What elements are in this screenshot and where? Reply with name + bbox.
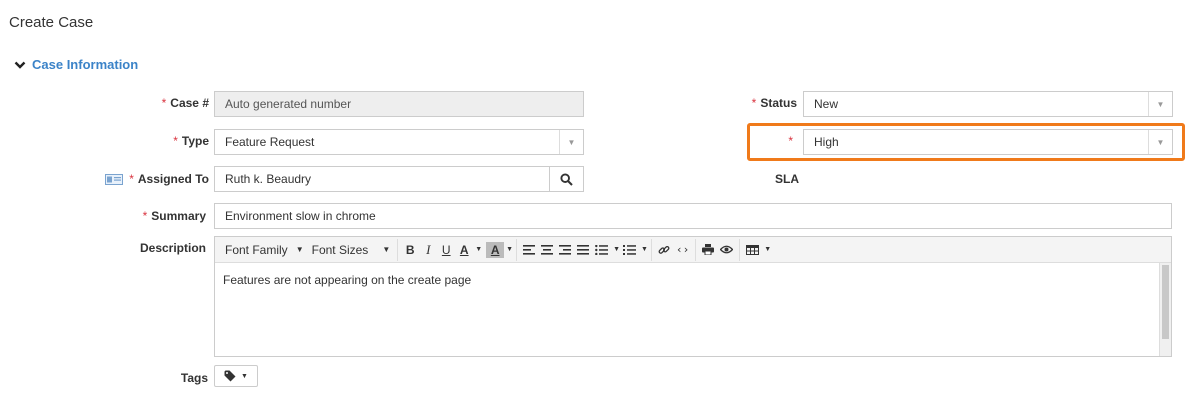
font-color-button[interactable]: A [455, 240, 473, 260]
bullet-list-icon[interactable] [592, 240, 611, 260]
assigned-to-value: Ruth k. Beaudry [225, 172, 312, 186]
case-number-label: * Case # [161, 96, 209, 110]
sla-label: SLA [775, 172, 799, 186]
tags-button[interactable]: ▼ [214, 365, 258, 387]
caret-down-icon[interactable]: ▼ [475, 246, 482, 253]
align-group: ▼ ▼ [517, 238, 652, 261]
bold-button[interactable]: B [401, 240, 419, 260]
chevron-down-icon [14, 61, 26, 69]
summary-label: * Summary [142, 209, 206, 223]
type-label: * Type [173, 134, 209, 148]
insert-group: ‹› [652, 238, 697, 261]
dropdown-arrow-icon[interactable]: ▼ [559, 130, 583, 154]
type-select[interactable]: Feature Request ▼ [214, 129, 584, 155]
preview-eye-icon[interactable] [717, 240, 736, 260]
dropdown-arrow-icon[interactable]: ▼ [1148, 92, 1172, 116]
table-group: ▼ [740, 239, 774, 261]
type-value: Feature Request [225, 135, 315, 149]
status-label: * Status [751, 96, 797, 110]
misc-group [696, 238, 741, 261]
align-justify-icon[interactable] [574, 240, 592, 260]
caret-down-icon: ▼ [295, 245, 304, 254]
assigned-to-label: * Assigned To [105, 172, 209, 186]
description-body[interactable]: Features are not appearing on the create… [215, 263, 1159, 356]
description-label: Description [139, 241, 206, 255]
highlight-box [747, 123, 1185, 161]
font-family-dropdown[interactable]: Font Family ▼ [221, 243, 308, 257]
required-marker: * [142, 209, 148, 223]
required-marker: * [161, 96, 167, 110]
tags-label: Tags [180, 371, 208, 385]
contact-card-icon [105, 173, 124, 185]
print-icon[interactable] [699, 240, 717, 260]
case-number-value: Auto generated number [225, 97, 352, 111]
editor-toolbar: Font Family▼ Font Sizes▼ B I U A ▼ A ▼ [215, 237, 1171, 263]
font-sizes-dropdown[interactable]: Font Sizes ▼ [308, 243, 395, 257]
search-button[interactable] [549, 167, 583, 191]
search-icon [560, 172, 573, 186]
section-title: Case Information [32, 57, 139, 72]
font-group: Font Family ▼ Font Sizes ▼ [218, 238, 399, 261]
link-icon[interactable] [655, 240, 673, 260]
caret-down-icon: ▼ [382, 245, 391, 254]
table-icon[interactable] [743, 240, 762, 260]
scrollbar-thumb[interactable] [1162, 265, 1169, 339]
required-marker: * [751, 96, 757, 110]
align-left-icon[interactable] [520, 240, 538, 260]
highlight-color-button[interactable]: A [486, 241, 505, 258]
code-view-icon[interactable]: ‹› [673, 240, 692, 260]
tag-icon [224, 370, 236, 382]
style-group: B I U A ▼ A ▼ [398, 238, 518, 261]
caret-down-icon: ▼ [241, 372, 248, 380]
editor-scrollbar[interactable] [1159, 263, 1171, 356]
summary-value: Environment slow in chrome [225, 209, 376, 223]
summary-input[interactable]: Environment slow in chrome [214, 203, 1172, 229]
page-title: Create Case [9, 14, 94, 31]
caret-down-icon[interactable]: ▼ [764, 246, 771, 253]
case-number-field: Auto generated number [214, 91, 584, 117]
caret-down-icon[interactable]: ▼ [613, 246, 620, 253]
caret-down-icon[interactable]: ▼ [641, 246, 648, 253]
status-select[interactable]: New ▼ [803, 91, 1173, 117]
required-marker: * [129, 172, 134, 186]
required-marker: * [173, 134, 178, 148]
section-toggle[interactable]: Case Information [14, 57, 138, 72]
italic-button[interactable]: I [419, 240, 437, 260]
numbered-list-icon[interactable] [620, 240, 639, 260]
align-center-icon[interactable] [538, 240, 556, 260]
underline-button[interactable]: U [437, 240, 455, 260]
caret-down-icon[interactable]: ▼ [506, 246, 513, 253]
status-value: New [814, 97, 839, 111]
align-right-icon[interactable] [556, 240, 574, 260]
description-editor[interactable]: Font Family▼ Font Sizes▼ B I U A ▼ A ▼ [214, 236, 1172, 357]
assigned-to-field[interactable]: Ruth k. Beaudry [214, 166, 584, 192]
